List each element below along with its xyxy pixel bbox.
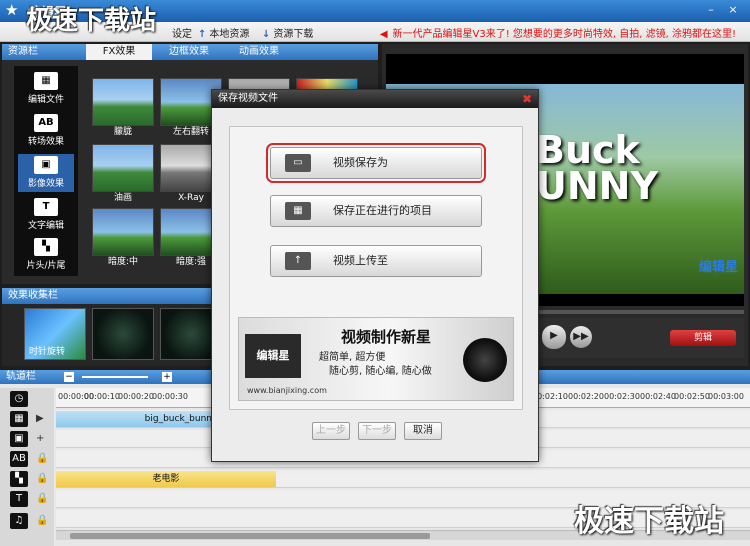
- ruler-tick: 00:00:10: [84, 392, 120, 401]
- effect-icon: ▣: [10, 431, 28, 447]
- download-icon: ↓: [262, 29, 271, 40]
- track-music: ♫ 🔒: [4, 512, 50, 530]
- lane-overlay[interactable]: 老电影: [56, 470, 750, 488]
- watermark-top: 极速下载站: [26, 6, 157, 36]
- dialog-body: ▭ 视频保存为 ▦ 保存正在进行的项目 ↑ 视频上传至 编辑星 视频制作新星 超…: [229, 126, 523, 410]
- video-title-text: Buck UNNY: [536, 128, 658, 208]
- app-star-icon: ★: [5, 1, 19, 19]
- effect-icon: ▣: [34, 156, 58, 174]
- ab-icon: AB: [10, 451, 28, 467]
- category-intro-outro[interactable]: ▚ 片头/片尾: [18, 236, 74, 274]
- dialog-title: 保存视频文件: [212, 90, 538, 108]
- promo-banner[interactable]: ◀ 新一代产品编辑星V3来了! 您想要的更多时尚特效, 自拍, 滤镜, 涂鸦都在这…: [380, 25, 736, 40]
- cancel-button[interactable]: 取消: [404, 422, 442, 440]
- text-icon: T: [34, 198, 58, 216]
- track-text: T 🔒: [4, 490, 50, 508]
- zoom-out-button[interactable]: −: [64, 372, 74, 382]
- save-project-button[interactable]: ▦ 保存正在进行的项目: [270, 195, 482, 227]
- toolbar-local-resources[interactable]: ↑ 本地资源: [198, 25, 249, 40]
- collected-effect-clock-rotate[interactable]: 时针旋转: [24, 308, 86, 360]
- zoom-in-button[interactable]: +: [162, 372, 172, 382]
- category-list: ▦ 编辑文件 AB 转场效果 ▣ 影像效果 T 文字编辑 ▚ 片头/片尾: [14, 66, 78, 276]
- ruler-tick: 00:02:50: [674, 392, 710, 401]
- add-icon[interactable]: +: [36, 433, 44, 444]
- play-icon[interactable]: ▶: [36, 413, 44, 424]
- tab-animation[interactable]: 动画效果: [226, 44, 292, 60]
- save-video-dialog: 保存视频文件 ✖ ▭ 视频保存为 ▦ 保存正在进行的项目 ↑ 视频上传至 编辑星…: [211, 89, 539, 462]
- track-transition: AB 🔒: [4, 450, 50, 468]
- next-step-button[interactable]: 下一步: [358, 422, 396, 440]
- ruler-tick: 00:02:40: [640, 392, 676, 401]
- lock-icon[interactable]: 🔒: [36, 515, 48, 526]
- ruler-tick: 00:02:30: [604, 392, 640, 401]
- effect-thumb-dark-mid[interactable]: 暗度:中: [92, 208, 154, 267]
- category-image-effect[interactable]: ▣ 影像效果: [18, 154, 74, 192]
- save-video-as-button[interactable]: ▭ 视频保存为: [266, 143, 486, 183]
- lock-icon[interactable]: 🔒: [36, 453, 48, 464]
- forward-button[interactable]: ▶▶: [570, 326, 592, 348]
- text-icon: T: [10, 491, 28, 507]
- scrollbar-thumb[interactable]: [70, 533, 430, 539]
- music-icon: ♫: [10, 513, 28, 529]
- category-edit-file[interactable]: ▦ 编辑文件: [18, 70, 74, 108]
- category-transition[interactable]: AB 转场效果: [18, 112, 74, 150]
- upload-video-button[interactable]: ↑ 视频上传至: [270, 245, 482, 277]
- ruler-tick: 00:03:00: [708, 392, 744, 401]
- play-button[interactable]: ▶: [542, 325, 566, 349]
- blocks-icon: ▚: [34, 238, 58, 256]
- track-effect: ▣ +: [4, 430, 50, 448]
- tab-fx[interactable]: FX效果: [86, 44, 152, 60]
- preview-watermark: 编辑星: [698, 260, 738, 275]
- collected-effect-2[interactable]: [92, 308, 154, 360]
- category-text[interactable]: T 文字编辑: [18, 196, 74, 234]
- timeline-zoom: − +: [64, 372, 174, 382]
- film-icon: ▦: [10, 411, 28, 427]
- lock-icon[interactable]: 🔒: [36, 473, 48, 484]
- disk-icon: ▭: [285, 154, 311, 172]
- track-overlay: ▚ 🔒: [4, 470, 50, 488]
- film-icon: ▦: [34, 72, 58, 90]
- track-video: ▦ ▶: [4, 410, 50, 428]
- track-headers: ◷ ▦ ▶ ▣ + AB 🔒 ▚ 🔒 T 🔒 ♫ 🔒: [0, 388, 54, 546]
- clock-icon: ◷: [10, 391, 28, 407]
- prev-step-button[interactable]: 上一步: [312, 422, 350, 440]
- banner-line2: 随心剪, 随心编, 随心做: [329, 366, 432, 377]
- film-icon: ▦: [285, 202, 311, 220]
- ruler-tick: 00:00:30: [152, 392, 188, 401]
- banner-url: www.bianjixing.com: [247, 386, 327, 395]
- speaker-icon: ◀: [379, 29, 388, 40]
- film-reel-icon: [463, 338, 507, 382]
- dialog-close-icon[interactable]: ✖: [522, 92, 532, 106]
- banner-line1: 超简单, 超方便: [319, 352, 386, 363]
- track-clock: ◷: [4, 390, 50, 408]
- ab-icon: AB: [34, 114, 58, 132]
- blocks-icon: ▚: [10, 471, 28, 487]
- effect-thumb-blur[interactable]: 朦胧: [92, 78, 154, 137]
- zoom-slider[interactable]: [82, 376, 148, 378]
- banner-heading: 视频制作新星: [341, 328, 432, 346]
- music-clip[interactable]: 老电影: [56, 471, 276, 487]
- toolbar-resource-download[interactable]: ↓ 资源下载: [262, 25, 313, 40]
- minimize-button[interactable]: –: [704, 3, 718, 17]
- toolbar-settings[interactable]: 设定: [172, 25, 192, 40]
- tab-border[interactable]: 边框效果: [156, 44, 222, 60]
- upload-icon: ↑: [198, 29, 207, 40]
- upload-icon: ↑: [285, 252, 311, 270]
- ruler-tick: 00:02:20: [568, 392, 604, 401]
- banner-logo: 编辑星: [245, 334, 301, 378]
- timeline-title: 轨道栏: [6, 371, 36, 382]
- ruler-tick: 00:00:20: [118, 392, 154, 401]
- lock-icon[interactable]: 🔒: [36, 493, 48, 504]
- effect-thumb-oil[interactable]: 油画: [92, 144, 154, 203]
- cut-button[interactable]: 剪辑: [670, 330, 736, 346]
- close-window-button[interactable]: ×: [726, 3, 740, 17]
- promo-banner-image[interactable]: 编辑星 视频制作新星 超简单, 超方便 随心剪, 随心编, 随心做 www.bi…: [238, 317, 514, 401]
- watermark-bottom: 极速下载站: [574, 504, 724, 539]
